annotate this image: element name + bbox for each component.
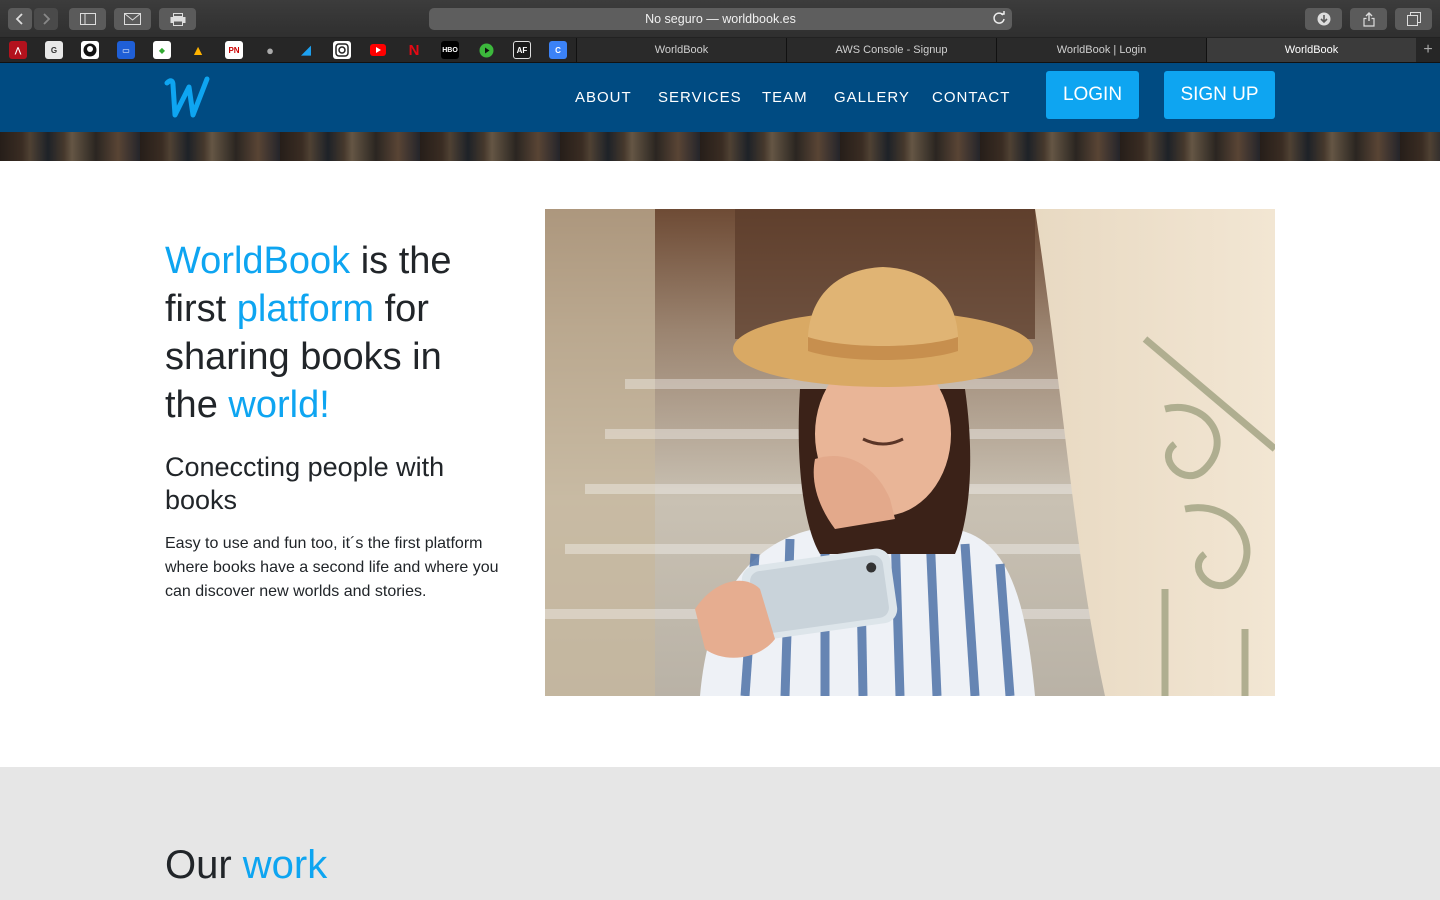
back-button[interactable] xyxy=(8,8,32,30)
firebase-icon[interactable]: ▲ xyxy=(189,41,207,59)
bookmark-1-icon[interactable]: ⋀ xyxy=(9,41,27,59)
instagram-icon[interactable] xyxy=(333,41,351,59)
hero-headline: WorldBook is the first platform for shar… xyxy=(165,240,452,426)
our-work-section: Our work xyxy=(0,767,1440,900)
address-text: No seguro — worldbook.es xyxy=(645,12,796,26)
nav-about[interactable]: ABOUT xyxy=(575,89,632,106)
print-button[interactable] xyxy=(159,8,196,30)
chevron-right-icon xyxy=(43,13,51,25)
chevron-left-icon xyxy=(15,13,23,25)
bookmark-4-icon[interactable]: ▭ xyxy=(117,41,135,59)
downloads-button[interactable] xyxy=(1305,8,1342,30)
favorites-and-tabs-bar: ⋀ G ▭ ◆ ▲ PN ● ◢ N HBO AF C WorldBook AW… xyxy=(0,38,1440,63)
tabs-icon xyxy=(1406,12,1421,26)
nav-team[interactable]: TEAM xyxy=(762,89,808,106)
youtube-icon[interactable] xyxy=(369,41,387,59)
tab-3[interactable]: WorldBook | Login xyxy=(996,38,1206,62)
books-banner-image xyxy=(0,132,1440,161)
hero-paragraph: Easy to use and fun too, it´s the first … xyxy=(165,535,499,600)
address-bar[interactable]: No seguro — worldbook.es xyxy=(429,8,1012,30)
browser-toolbar: No seguro — worldbook.es xyxy=(0,0,1440,38)
share-button[interactable] xyxy=(1350,8,1387,30)
tab-2[interactable]: AWS Console - Signup xyxy=(786,38,996,62)
tab-4-active[interactable]: WorldBook xyxy=(1206,38,1416,62)
github-icon[interactable] xyxy=(81,41,99,59)
hbo-icon[interactable]: HBO xyxy=(441,41,459,59)
our-work-title: Our work xyxy=(165,843,328,887)
bookmark-5-icon[interactable]: ◆ xyxy=(153,41,171,59)
site-navbar: ABOUT SERVICES TEAM GALLERY CONTACT LOGI… xyxy=(0,63,1440,132)
forward-button[interactable] xyxy=(34,8,58,30)
tab-1[interactable]: WorldBook xyxy=(576,38,786,62)
nav-contact[interactable]: CONTACT xyxy=(932,89,1010,106)
sidebar-button[interactable] xyxy=(69,8,106,30)
reload-icon[interactable] xyxy=(992,11,1006,25)
nav-gallery[interactable]: GALLERY xyxy=(834,89,910,106)
plus-icon: + xyxy=(1423,41,1433,58)
sidebar-icon xyxy=(79,13,96,25)
tabs-overview-button[interactable] xyxy=(1395,8,1432,30)
bookmark-2-icon[interactable]: G xyxy=(45,41,63,59)
play-icon[interactable] xyxy=(477,41,495,59)
bookmark-pn-icon[interactable]: PN xyxy=(225,41,243,59)
login-button[interactable]: LOGIN xyxy=(1046,71,1139,119)
share-icon xyxy=(1362,11,1375,27)
hero-subheading: Coneccting people with books xyxy=(165,452,445,515)
apple-icon[interactable]: ● xyxy=(261,41,279,59)
twitter-icon[interactable]: ◢ xyxy=(297,41,315,59)
netflix-icon[interactable]: N xyxy=(405,41,423,59)
af-icon[interactable]: AF xyxy=(513,41,531,59)
nav-services[interactable]: SERVICES xyxy=(658,89,742,106)
signup-button[interactable]: SIGN UP xyxy=(1164,71,1275,119)
hero-photo xyxy=(545,209,1275,696)
mail-button[interactable] xyxy=(114,8,151,30)
worldbook-logo[interactable] xyxy=(163,71,215,123)
mail-icon xyxy=(124,13,141,25)
bookmark-16-icon[interactable]: C xyxy=(549,41,567,59)
printer-icon xyxy=(170,12,185,26)
new-tab-button[interactable]: + xyxy=(1416,38,1440,62)
download-icon xyxy=(1317,12,1330,26)
